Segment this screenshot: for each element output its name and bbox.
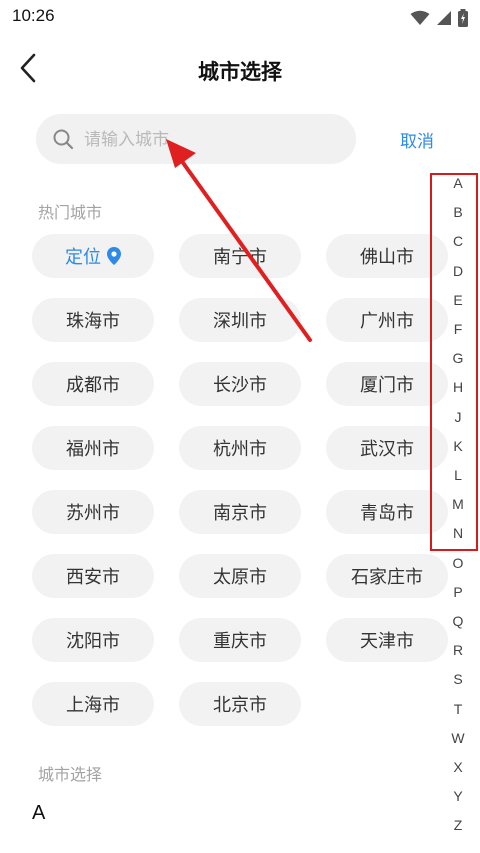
city-chip[interactable]: 天津市 xyxy=(326,618,448,662)
letter-group-heading: A xyxy=(32,802,46,824)
alphabet-index-letter[interactable]: Q xyxy=(440,613,476,629)
alphabet-index-letter[interactable]: X xyxy=(440,759,476,775)
wifi-icon xyxy=(410,10,430,30)
annotation-highlight-box xyxy=(430,173,478,551)
city-chip[interactable]: 北京市 xyxy=(179,682,301,726)
city-chip[interactable]: 长沙市 xyxy=(179,362,301,406)
search-icon xyxy=(52,128,74,150)
city-chip[interactable]: 苏州市 xyxy=(32,490,154,534)
header: 城市选择 xyxy=(0,40,480,98)
alphabet-index-letter[interactable]: Y xyxy=(440,788,476,804)
city-chip[interactable]: 南京市 xyxy=(179,490,301,534)
city-chip[interactable]: 上海市 xyxy=(32,682,154,726)
alphabet-index-letter[interactable]: T xyxy=(440,701,476,717)
alphabet-index-letter[interactable]: P xyxy=(440,584,476,600)
search-box[interactable] xyxy=(36,114,356,164)
city-chip[interactable]: 石家庄市 xyxy=(326,554,448,598)
alphabet-index-letter[interactable]: S xyxy=(440,671,476,687)
location-pin-icon xyxy=(107,247,121,265)
status-bar: 10:26 xyxy=(0,0,480,36)
city-chip[interactable]: 杭州市 xyxy=(179,426,301,470)
city-chip[interactable]: 西安市 xyxy=(32,554,154,598)
alphabet-index-letter[interactable]: Z xyxy=(440,817,476,833)
city-chip[interactable]: 福州市 xyxy=(32,426,154,470)
city-chip[interactable]: 珠海市 xyxy=(32,298,154,342)
location-label: 定位 xyxy=(65,247,101,268)
hot-cities-label: 热门城市 xyxy=(38,203,103,222)
cancel-button[interactable]: 取消 xyxy=(400,127,434,152)
city-chip[interactable]: 南宁市 xyxy=(179,234,301,278)
city-select-label: 城市选择 xyxy=(38,765,103,784)
search-input[interactable] xyxy=(82,122,341,158)
city-chip[interactable]: 重庆市 xyxy=(179,618,301,662)
status-icons xyxy=(410,9,468,31)
alphabet-index-letter[interactable]: R xyxy=(440,642,476,658)
status-time: 10:26 xyxy=(12,6,55,25)
city-chip-location[interactable]: 定位 xyxy=(32,234,154,278)
page-title: 城市选择 xyxy=(198,60,282,84)
city-chip[interactable]: 深圳市 xyxy=(179,298,301,342)
alphabet-index-letter[interactable]: O xyxy=(440,555,476,571)
city-chip[interactable]: 太原市 xyxy=(179,554,301,598)
city-chip[interactable]: 沈阳市 xyxy=(32,618,154,662)
city-chip[interactable]: 成都市 xyxy=(32,362,154,406)
battery-icon xyxy=(458,9,468,31)
signal-icon xyxy=(436,10,452,30)
alphabet-index-letter[interactable]: W xyxy=(440,730,476,746)
